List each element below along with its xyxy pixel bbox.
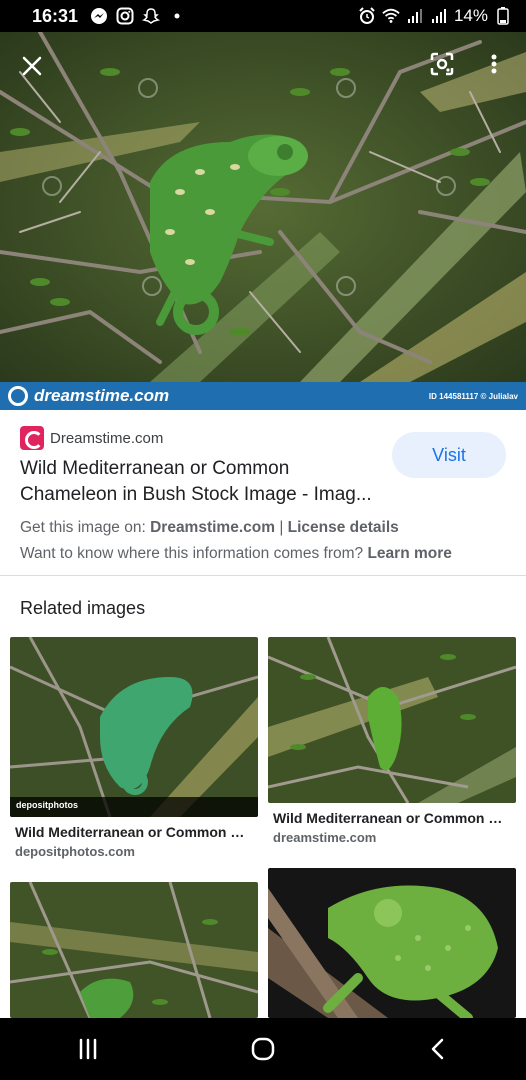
related-image-4[interactable] — [268, 868, 516, 1018]
related-image-3[interactable] — [10, 882, 258, 1018]
status-time: 16:31 — [32, 5, 79, 26]
banner-credit: ID 144581117 © Julialav — [428, 391, 518, 401]
banner-brand: dreamstime.com — [34, 386, 170, 405]
system-nav-bar — [0, 1018, 526, 1080]
related-source-1: depositphotos.com — [15, 844, 135, 859]
recents-icon[interactable] — [58, 1024, 118, 1074]
dot-icon — [168, 7, 186, 25]
info-prefix: Want to know where this information come… — [20, 545, 368, 562]
alarm-icon — [358, 7, 376, 25]
source-row[interactable]: Dreamstime.com — [20, 426, 163, 450]
snapchat-icon — [142, 7, 161, 25]
info-source-line: Want to know where this information come… — [20, 545, 452, 563]
instagram-icon — [116, 7, 134, 25]
visit-button[interactable]: Visit — [392, 432, 506, 478]
get-image-prefix: Get this image on: — [20, 519, 151, 536]
signal-icon — [406, 7, 424, 25]
related-title-2[interactable]: Wild Mediterranean or Common C... — [273, 810, 509, 826]
license-details-link[interactable]: License details — [288, 519, 399, 536]
related-title-1[interactable]: Wild Mediterranean or Common C... — [15, 824, 251, 840]
get-image-line: Get this image on: Dreamstime.com | Lice… — [20, 519, 399, 537]
dreamstime-favicon-icon — [20, 426, 44, 450]
learn-more-link[interactable]: Learn more — [367, 545, 451, 562]
google-lens-icon[interactable] — [428, 50, 456, 78]
close-icon[interactable] — [18, 52, 46, 80]
image-title-line1: Wild Mediterranean or Common — [20, 458, 290, 479]
depositphotos-watermark: depositphotos — [16, 800, 78, 810]
signal-icon-2 — [430, 7, 448, 25]
source-name: Dreamstime.com — [50, 429, 164, 447]
related-images-heading: Related images — [20, 598, 146, 618]
home-icon[interactable] — [233, 1024, 293, 1074]
status-bar: 16:31 14% — [0, 0, 526, 32]
watermark-banner: dreamstime.com ID 144581117 © Julialav — [0, 382, 526, 410]
get-image-site-link[interactable]: Dreamstime.com — [150, 519, 275, 536]
battery-icon — [494, 7, 512, 25]
more-vert-icon[interactable] — [482, 50, 506, 78]
main-image[interactable] — [0, 32, 526, 382]
get-image-separator: | — [275, 519, 288, 536]
related-image-1[interactable]: depositphotos — [10, 637, 258, 817]
wifi-icon — [382, 7, 400, 25]
image-title[interactable]: Wild Mediterranean or Common Chameleon i… — [20, 456, 380, 508]
related-image-2[interactable] — [268, 637, 516, 803]
messenger-icon — [90, 7, 108, 25]
divider — [0, 575, 526, 576]
image-title-line2: Chameleon in Bush Stock Image - Imag... — [20, 484, 372, 505]
battery-percent: 14% — [453, 6, 488, 25]
related-source-2: dreamstime.com — [273, 830, 377, 845]
back-icon[interactable] — [408, 1024, 468, 1074]
dreamstime-logo-icon — [8, 386, 28, 406]
